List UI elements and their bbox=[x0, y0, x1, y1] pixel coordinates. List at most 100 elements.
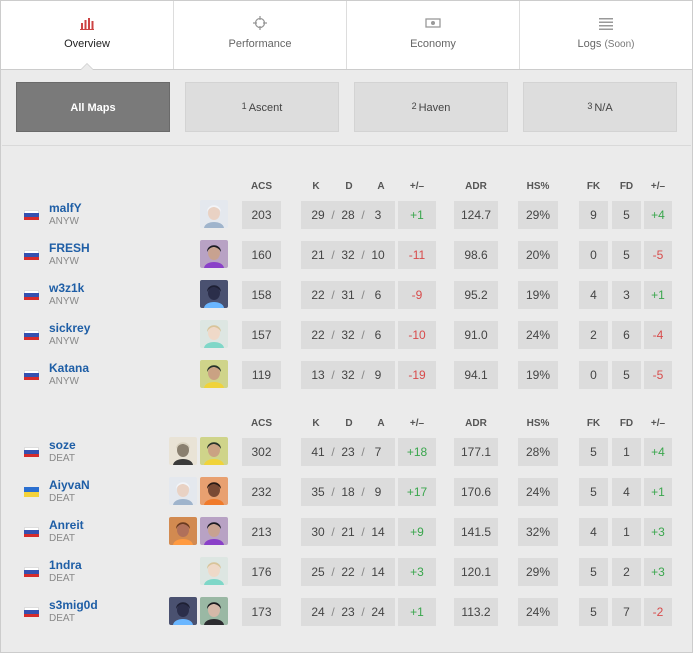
fk-diff-cell: +3 bbox=[644, 558, 672, 586]
column-header-fkfd: +/– bbox=[650, 418, 666, 429]
player-row: soze DEAT 302 41/23/7 +18 177.1 28% 5 1 +4 bbox=[1, 432, 692, 472]
kda-cell: 21/32/10 bbox=[301, 241, 395, 269]
russia-flag-icon bbox=[24, 447, 39, 457]
deaths-value: 31 bbox=[341, 288, 355, 302]
stats-tabs: Overview Performance Economy Logs (Soon) bbox=[1, 1, 692, 70]
kda-cell: 22/32/6 bbox=[301, 321, 395, 349]
fd-cell: 6 bbox=[612, 321, 641, 349]
tab-logs[interactable]: Logs (Soon) bbox=[520, 1, 692, 69]
kill-diff-cell: +1 bbox=[398, 598, 436, 626]
deaths-value: 23 bbox=[341, 605, 355, 619]
player-name-link[interactable]: Katana bbox=[49, 361, 89, 375]
kill-diff-cell: +17 bbox=[398, 478, 436, 506]
adr-cell: 94.1 bbox=[454, 361, 498, 389]
player-name-link[interactable]: s3mig0d bbox=[49, 598, 98, 612]
map-button-ascent[interactable]: 1 Ascent bbox=[185, 82, 339, 132]
column-header-d: D bbox=[345, 418, 353, 429]
player-team-tag: DEAT bbox=[49, 573, 75, 584]
fk-cell: 0 bbox=[579, 241, 608, 269]
tab-performance[interactable]: Performance bbox=[174, 1, 347, 69]
map-button-na[interactable]: 3 N/A bbox=[523, 82, 677, 132]
player-row: Anreit DEAT 213 30/21/14 +9 141.5 32% 4 1 +3 bbox=[1, 512, 692, 552]
hs-cell: 19% bbox=[518, 361, 558, 389]
map-button-haven[interactable]: 2 Haven bbox=[354, 82, 508, 132]
fk-diff-cell: +3 bbox=[644, 518, 672, 546]
deaths-value: 23 bbox=[341, 445, 355, 459]
agent-omen-icon bbox=[169, 597, 197, 625]
tab-economy[interactable]: Economy bbox=[347, 1, 520, 69]
kill-diff-cell: -19 bbox=[398, 361, 436, 389]
player-name-link[interactable]: 1ndra bbox=[49, 558, 82, 572]
map-button-all[interactable]: All Maps bbox=[16, 82, 170, 132]
player-row: s3mig0d DEAT 173 24/23/24 +1 113.2 24% 5 7 -2 bbox=[1, 592, 692, 632]
deaths-value: 32 bbox=[341, 368, 355, 382]
kill-diff-cell: +9 bbox=[398, 518, 436, 546]
player-team-tag: ANYW bbox=[49, 256, 79, 267]
fk-diff-cell: +1 bbox=[644, 478, 672, 506]
russia-flag-icon bbox=[24, 370, 39, 380]
kills-value: 21 bbox=[311, 248, 325, 262]
fd-cell: 1 bbox=[612, 438, 641, 466]
deaths-value: 32 bbox=[341, 328, 355, 342]
player-row: sickrey ANYW 157 22/32/6 -10 91.0 24% 2 6 -4 bbox=[1, 315, 692, 355]
acs-cell: 302 bbox=[242, 438, 281, 466]
fd-cell: 5 bbox=[612, 361, 641, 389]
assists-value: 24 bbox=[371, 605, 385, 619]
player-name-link[interactable]: sickrey bbox=[49, 321, 90, 335]
kda-cell: 29/28/3 bbox=[301, 201, 395, 229]
column-header-d: D bbox=[345, 181, 353, 192]
hs-cell: 24% bbox=[518, 598, 558, 626]
russia-flag-icon bbox=[24, 290, 39, 300]
fk-diff-cell: +4 bbox=[644, 201, 672, 229]
bar-chart-icon bbox=[80, 18, 94, 30]
fk-cell: 0 bbox=[579, 361, 608, 389]
fd-cell: 2 bbox=[612, 558, 641, 586]
kill-diff-cell: +18 bbox=[398, 438, 436, 466]
kda-cell: 24/23/24 bbox=[301, 598, 395, 626]
fk-diff-cell: -5 bbox=[644, 361, 672, 389]
fk-diff-cell: +4 bbox=[644, 438, 672, 466]
map-selector: All Maps 1 Ascent 2 Haven 3 N/A bbox=[16, 82, 678, 132]
deaths-value: 22 bbox=[341, 565, 355, 579]
russia-flag-icon bbox=[24, 250, 39, 260]
kda-cell: 25/22/14 bbox=[301, 558, 395, 586]
scoreboard-panel: Overview Performance Economy Logs (Soon)… bbox=[0, 0, 693, 653]
acs-cell: 203 bbox=[242, 201, 281, 229]
russia-flag-icon bbox=[24, 527, 39, 537]
player-team-tag: DEAT bbox=[49, 493, 75, 504]
column-header-fd: FD bbox=[619, 418, 634, 429]
kda-cell: 41/23/7 bbox=[301, 438, 395, 466]
kills-value: 13 bbox=[311, 368, 325, 382]
player-name-link[interactable]: malfY bbox=[49, 201, 82, 215]
tab-overview-label: Overview bbox=[64, 38, 110, 50]
crosshair-icon bbox=[253, 16, 267, 30]
russia-flag-icon bbox=[24, 567, 39, 577]
player-name-link[interactable]: soze bbox=[49, 438, 76, 452]
assists-value: 6 bbox=[374, 328, 382, 342]
agent-jett-icon bbox=[169, 477, 197, 505]
fk-cell: 4 bbox=[579, 518, 608, 546]
column-header-adr: ADR bbox=[465, 181, 487, 192]
column-header-k: K bbox=[312, 181, 320, 192]
tab-overview[interactable]: Overview bbox=[1, 1, 174, 70]
fk-cell: 5 bbox=[579, 478, 608, 506]
adr-cell: 95.2 bbox=[454, 281, 498, 309]
player-name-link[interactable]: FRESH bbox=[49, 241, 90, 255]
player-team-tag: ANYW bbox=[49, 216, 79, 227]
fk-diff-cell: -2 bbox=[644, 598, 672, 626]
deaths-value: 32 bbox=[341, 248, 355, 262]
agent-phoenix-icon bbox=[200, 477, 228, 505]
assists-value: 10 bbox=[371, 248, 385, 262]
player-name-link[interactable]: Anreit bbox=[49, 518, 84, 532]
agent-jett-icon bbox=[200, 200, 228, 228]
acs-cell: 119 bbox=[242, 361, 281, 389]
player-team-tag: ANYW bbox=[49, 376, 79, 387]
player-name-link[interactable]: AiyvaN bbox=[49, 478, 90, 492]
column-header-pm: +/– bbox=[409, 418, 425, 429]
player-name-link[interactable]: w3z1k bbox=[49, 281, 84, 295]
assists-value: 9 bbox=[374, 368, 382, 382]
column-header-hs: HS% bbox=[526, 418, 550, 429]
fd-cell: 4 bbox=[612, 478, 641, 506]
fk-cell: 5 bbox=[579, 558, 608, 586]
russia-flag-icon bbox=[24, 607, 39, 617]
